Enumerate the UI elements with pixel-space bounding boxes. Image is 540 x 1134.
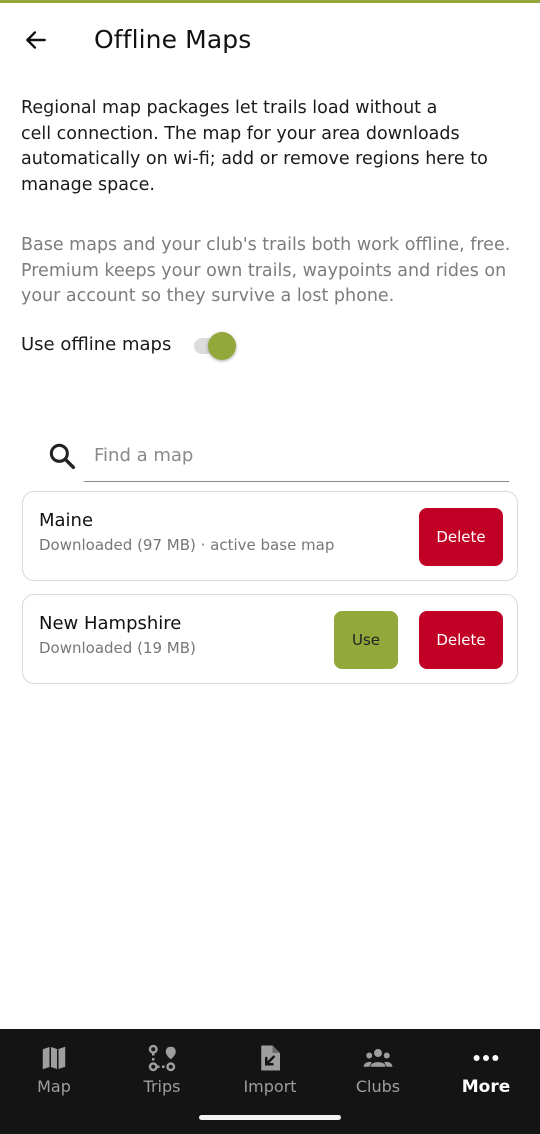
map-search (46, 430, 509, 484)
nav-item-map[interactable]: Map (0, 1039, 108, 1109)
delete-button[interactable]: Delete (419, 508, 503, 566)
page-title: Offline Maps (94, 25, 252, 54)
search-icon (49, 443, 76, 470)
offline-maps-toggle-row: Use offline maps (21, 330, 321, 362)
note-line: Base maps and your club's trails both wo… (21, 235, 511, 255)
back-button[interactable] (18, 23, 54, 57)
map-status: Downloaded (19 MB) (39, 639, 196, 657)
group-icon (363, 1049, 393, 1067)
offline-maps-toggle-label: Use offline maps (21, 334, 172, 355)
use-button[interactable]: Use (334, 611, 398, 669)
nav-label: More (461, 1077, 511, 1097)
route-icon (148, 1044, 176, 1072)
map-card-new-hampshire: New Hampshire Downloaded (19 MB) Use Del… (22, 594, 518, 684)
intro-text: Regional map packages let trails load wi… (21, 96, 511, 198)
search-input[interactable] (84, 430, 509, 482)
premium-note: Base maps and your club's trails both wo… (21, 233, 511, 310)
app-header: Offline Maps (0, 3, 540, 77)
nav-item-more[interactable]: More (432, 1039, 540, 1109)
nav-label: Map (37, 1077, 71, 1096)
nav-item-trips[interactable]: Trips (108, 1039, 216, 1109)
intro-line: manage space. (21, 174, 155, 195)
note-line: your account so they survive a lost phon… (21, 286, 395, 306)
nav-label: Trips (143, 1077, 181, 1096)
nav-label: Clubs (355, 1077, 401, 1096)
delete-button[interactable]: Delete (419, 611, 503, 669)
home-indicator (199, 1115, 341, 1120)
offline-maps-switch[interactable] (194, 332, 238, 360)
nav-label: Import (243, 1077, 297, 1096)
map-icon (42, 1046, 66, 1070)
arrow-left-icon (26, 31, 46, 49)
more-dots-icon (473, 1055, 499, 1061)
map-card-maine: Maine Downloaded (97 MB) · active base m… (22, 491, 518, 581)
nav-item-import[interactable]: Import (216, 1039, 324, 1109)
nav-item-clubs[interactable]: Clubs (324, 1039, 432, 1109)
intro-line: Regional map packages let trails load wi… (21, 98, 438, 118)
intro-line: cell connection. The map for your area d… (21, 123, 460, 144)
map-status: Downloaded (97 MB) · active base map (39, 536, 335, 554)
map-name: Maine (39, 510, 94, 531)
switch-thumb (208, 332, 236, 360)
map-name: New Hampshire (39, 613, 182, 634)
intro-line: automatically on wi-fi; add or remove re… (21, 149, 488, 169)
note-line: Premium keeps your own trails, waypoints… (21, 260, 507, 281)
import-file-icon (261, 1045, 280, 1071)
